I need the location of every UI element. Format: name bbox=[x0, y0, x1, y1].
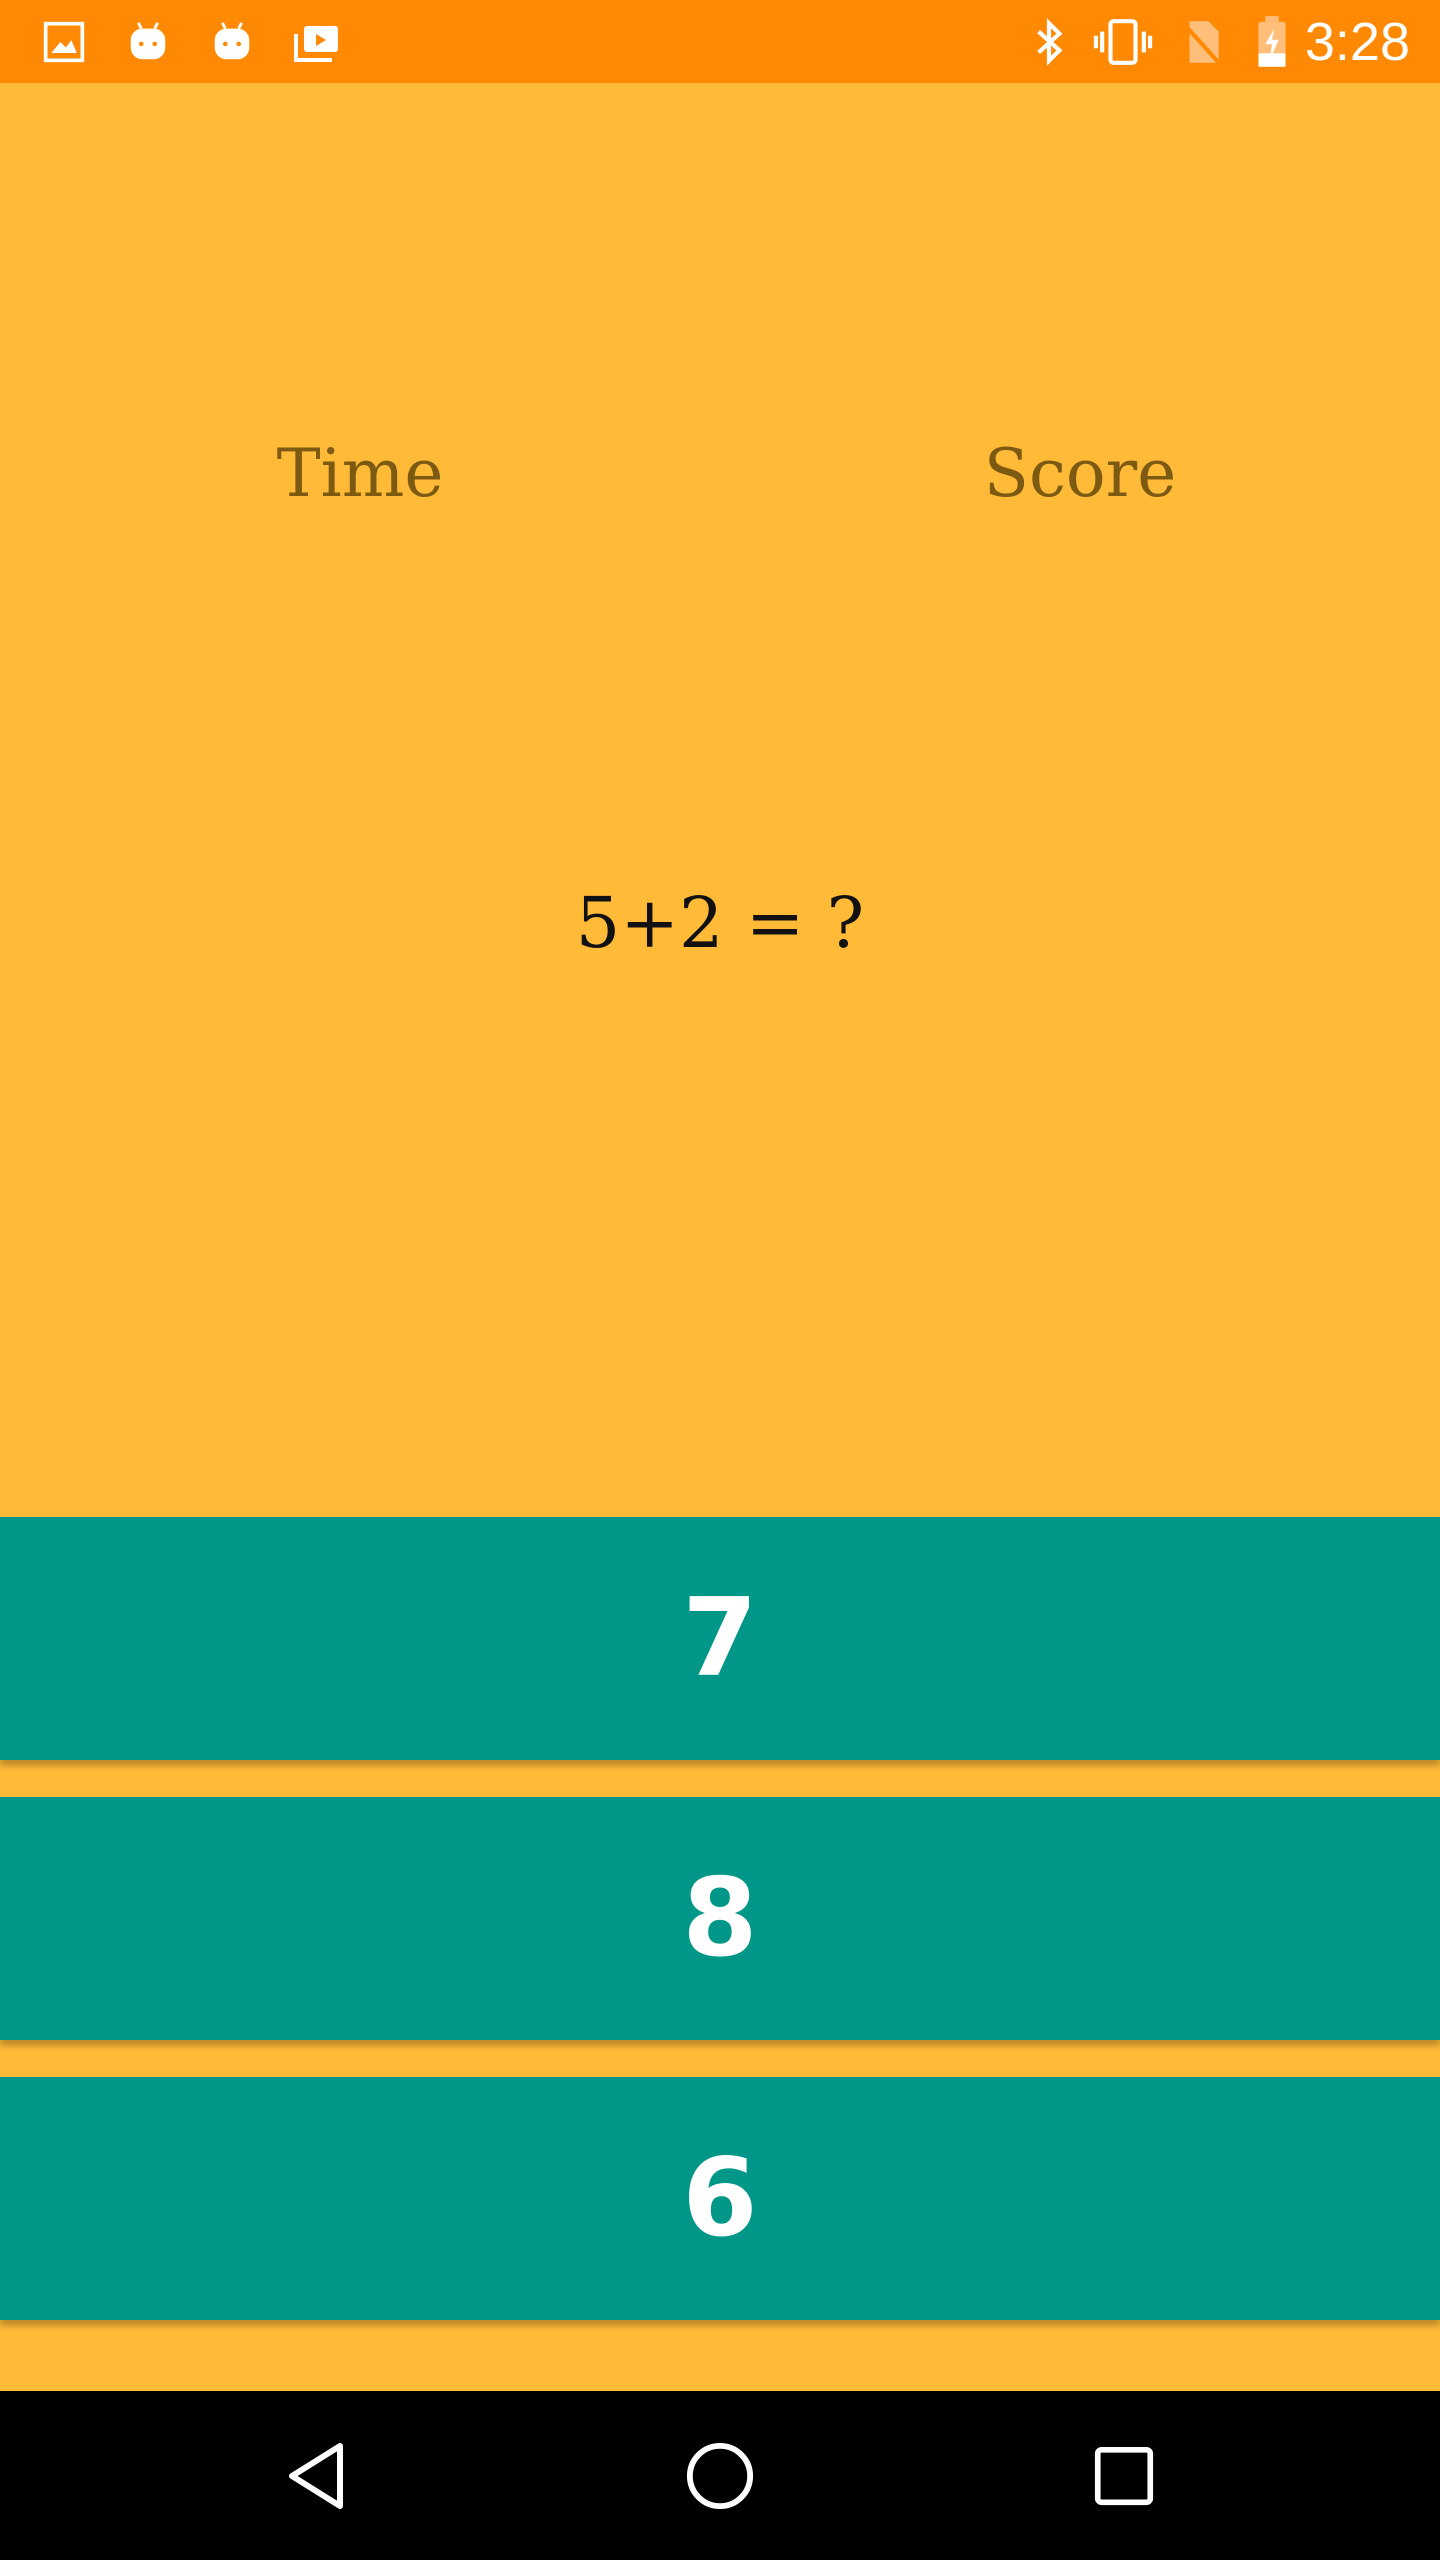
bluetooth-icon bbox=[1024, 0, 1074, 83]
answer-button-3[interactable]: 6 bbox=[0, 2077, 1440, 2320]
game-screen: Time Score 5+2 = ? bbox=[0, 83, 1440, 2391]
home-icon[interactable] bbox=[640, 2391, 800, 2560]
vibrate-icon bbox=[1088, 0, 1158, 83]
status-time: 3:28 bbox=[1304, 11, 1410, 72]
battery-charging-icon bbox=[1250, 0, 1294, 83]
no-sim-icon bbox=[1174, 0, 1230, 83]
answer-button-2[interactable]: 8 bbox=[0, 1797, 1440, 2040]
android-icon bbox=[120, 0, 176, 83]
score-label: Score bbox=[983, 434, 1177, 512]
status-bar: 3:28 bbox=[0, 0, 1440, 83]
question-text: 5+2 = ? bbox=[575, 882, 865, 964]
recents-icon[interactable] bbox=[1044, 2391, 1204, 2560]
image-icon bbox=[36, 0, 92, 83]
answer-button-1[interactable]: 7 bbox=[0, 1517, 1440, 1760]
android-icon bbox=[204, 0, 260, 83]
navigation-bar bbox=[0, 2391, 1440, 2560]
back-icon[interactable] bbox=[236, 2391, 396, 2560]
work-briefcase-icon bbox=[286, 0, 346, 83]
time-label: Time bbox=[276, 434, 444, 512]
